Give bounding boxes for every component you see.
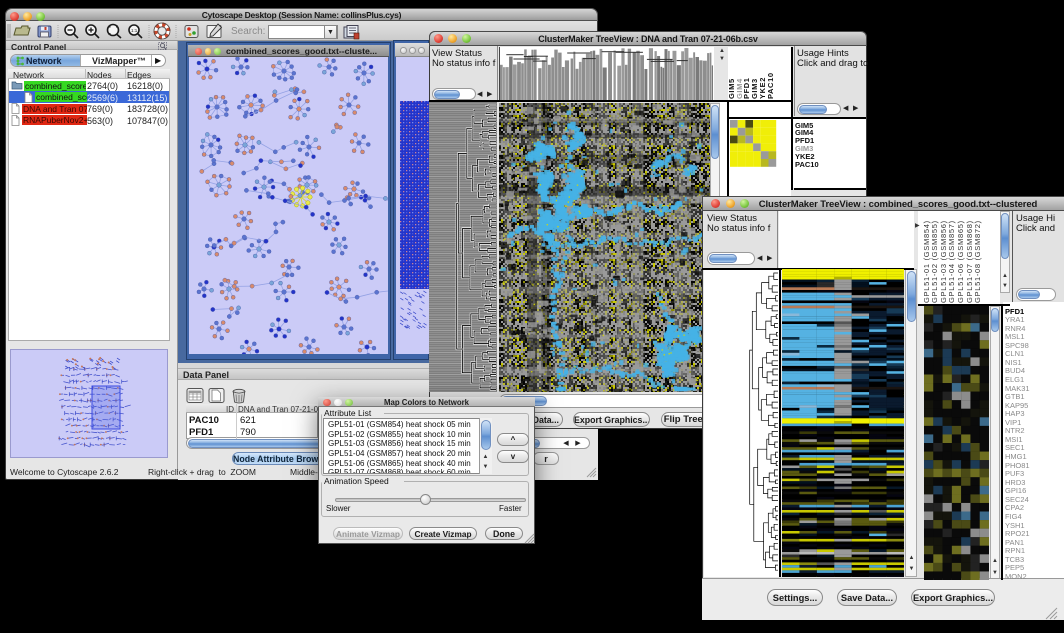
svg-text:1:1: 1:1	[131, 28, 138, 33]
